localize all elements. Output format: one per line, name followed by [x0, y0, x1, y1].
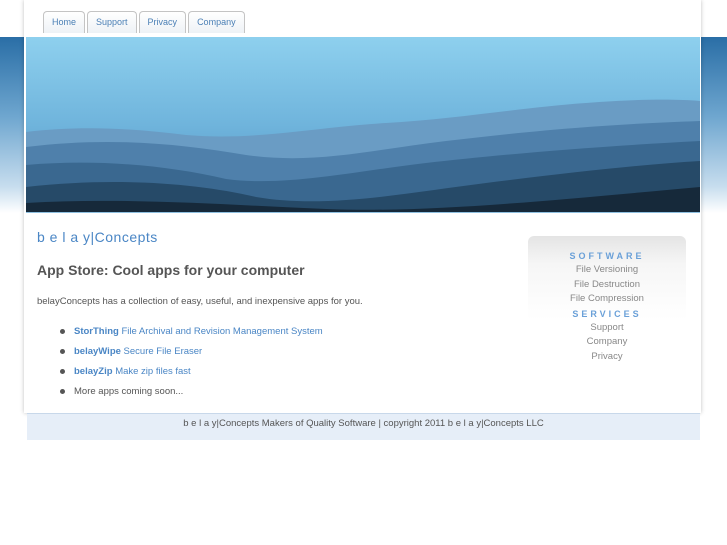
tab-support[interactable]: Support — [87, 11, 137, 33]
page-headline: App Store: Cool apps for your computer — [37, 262, 305, 278]
app-description-link[interactable]: File Archival and Revision Management Sy… — [122, 326, 323, 337]
app-list: StorThing File Archival and Revision Man… — [60, 325, 323, 405]
app-description-link[interactable]: Make zip files fast — [115, 366, 191, 377]
tab-home[interactable]: Home — [43, 11, 86, 33]
sidebar-panel: SOFTWARE File Versioning File Destructio… — [528, 236, 686, 376]
intro-text: belayConcepts has a collection of easy, … — [37, 296, 363, 307]
app-description-link[interactable]: Secure File Eraser — [124, 346, 203, 357]
sidebar-heading-services: SERVICES — [572, 308, 642, 319]
sidebar-link-support[interactable]: Support — [528, 321, 686, 336]
sidebar-link-privacy[interactable]: Privacy — [528, 350, 686, 365]
sidebar-link-file-versioning[interactable]: File Versioning — [528, 263, 686, 278]
app-link-storthing[interactable]: StorThing — [74, 326, 119, 337]
more-apps-text: More apps coming soon... — [74, 386, 184, 397]
sidebar-link-company[interactable]: Company — [528, 335, 686, 350]
list-item: belayWipe Secure File Eraser — [60, 345, 323, 365]
list-item: belayZip Make zip files fast — [60, 365, 323, 385]
app-link-belaywipe[interactable]: belayWipe — [74, 346, 121, 357]
list-item: More apps coming soon... — [60, 385, 323, 405]
tab-company[interactable]: Company — [188, 11, 245, 33]
footer: b e l a y|Concepts Makers of Quality Sof… — [27, 413, 700, 440]
sidebar-link-file-compression[interactable]: File Compression — [528, 292, 686, 307]
brand-title: b e l a y|Concepts — [37, 229, 158, 245]
list-item: StorThing File Archival and Revision Man… — [60, 325, 323, 345]
footer-text: b e l a y|Concepts Makers of Quality Sof… — [183, 418, 544, 429]
app-link-belayzip[interactable]: belayZip — [74, 366, 113, 377]
tab-privacy[interactable]: Privacy — [138, 11, 187, 33]
sidebar-heading-software: SOFTWARE — [569, 251, 645, 261]
sidebar-link-file-destruction[interactable]: File Destruction — [528, 278, 686, 293]
mountain-banner-image — [26, 37, 700, 213]
top-nav-tabs: Home Support Privacy Company — [43, 11, 245, 33]
